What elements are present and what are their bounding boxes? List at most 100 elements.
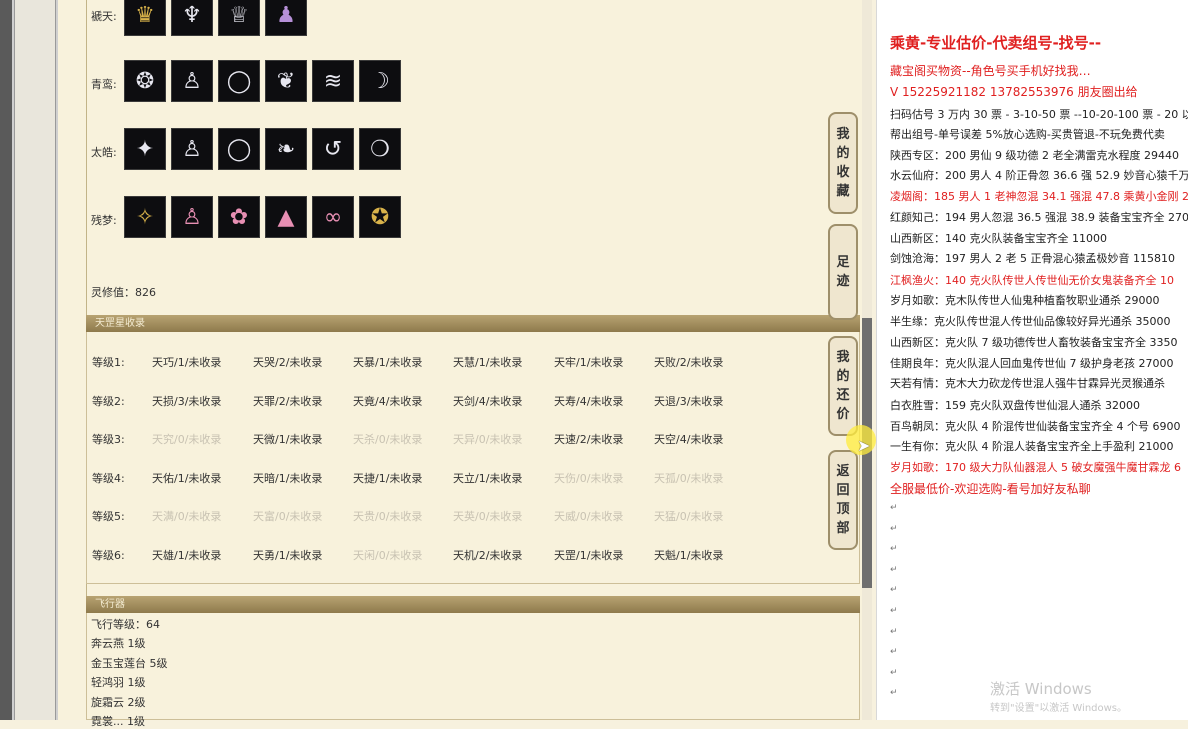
butterfly-icon: ✿ bbox=[229, 204, 249, 230]
side-button-char: 藏 bbox=[836, 184, 850, 199]
collection-header: 天罡星收录 bbox=[86, 315, 860, 332]
flyer-entry: 轻鸿羽 1级 bbox=[91, 676, 146, 690]
side-button-char: 部 bbox=[836, 521, 850, 536]
appearance-item[interactable]: ♆ bbox=[171, 0, 213, 36]
appearance-item[interactable]: ❂ bbox=[124, 60, 166, 102]
appearance-item[interactable]: ▲ bbox=[265, 196, 307, 238]
side-button-char: 我 bbox=[836, 350, 850, 365]
side-button-char: 还 bbox=[836, 388, 850, 403]
appearance-item-row: ✦ ♙ ◯ ❧ ↺ ❍ bbox=[124, 128, 401, 170]
appearance-row-label: 褫天: bbox=[91, 10, 117, 23]
document-line: 红颜知己：194 男人忽混 36.5 强混 38.9 装备宝宝齐全 2700 bbox=[890, 211, 1188, 224]
paragraph-mark: ↵ bbox=[890, 544, 898, 555]
level-label: 等级1: bbox=[92, 356, 125, 369]
my-collection-button[interactable]: 我的收藏 bbox=[828, 112, 858, 214]
appearance-item[interactable]: ♙ bbox=[171, 60, 213, 102]
horns-icon: ♆ bbox=[182, 2, 202, 28]
document-line: 岁月如歌：170 级大力队仙器混人 5 破女魔强牛魔甘霖龙 6 bbox=[890, 461, 1181, 474]
flyer-header: 飞行器 bbox=[86, 596, 860, 613]
appearance-item-row: ♛ ♆ ♕ ♟ bbox=[124, 0, 307, 36]
star-collection-entry: 天伤/0/未收录 bbox=[554, 471, 624, 485]
side-button-char: 的 bbox=[836, 146, 850, 161]
star-collection-entry: 天罡/1/未收录 bbox=[554, 549, 624, 562]
back-to-top-button[interactable]: 返回顶部 bbox=[828, 450, 858, 550]
appearance-item[interactable]: ↺ bbox=[312, 128, 354, 170]
star-collection-entry: 天竟/4/未收录 bbox=[353, 394, 423, 408]
document-line: 乘黄-专业估价-代卖组号-找号-- bbox=[890, 34, 1102, 52]
appearance-item-row: ❂ ♙ ◯ ❦ ≋ ☽ bbox=[124, 60, 401, 102]
ring-icon: ◯ bbox=[226, 68, 252, 94]
appearance-item[interactable]: ∞ bbox=[312, 196, 354, 238]
crown-icon: ♛ bbox=[135, 2, 155, 28]
document-pane[interactable]: 乘黄-专业估价-代卖组号-找号-- 藏宝阁买物资--角色号买手机好找我… V 152… bbox=[876, 0, 1188, 720]
appearance-item[interactable]: ✪ bbox=[359, 196, 401, 238]
document-line: V 15225921182 13782553976 朋友圈出给 bbox=[890, 85, 1138, 99]
my-offer-button[interactable]: 我的还价 bbox=[828, 336, 858, 436]
appearance-row-label: 青鸾: bbox=[91, 78, 117, 91]
star-collection-entry: 天损/3/未收录 bbox=[152, 394, 222, 408]
appearance-item[interactable]: ✿ bbox=[218, 196, 260, 238]
document-line: 剑蚀沧海：197 男人 2 老 5 正骨混心猿孟极妙音 115810 bbox=[890, 252, 1175, 265]
hook-icon: ↺ bbox=[323, 136, 343, 162]
footprint-button[interactable]: 足迹 bbox=[828, 224, 858, 320]
star-collection-entry: 天机/2/未收录 bbox=[453, 549, 523, 562]
flyer-entry: 霓裳... 1级 bbox=[91, 715, 145, 728]
appearance-item[interactable]: ◯ bbox=[218, 60, 260, 102]
star-collection-entry: 天威/0/未收录 bbox=[554, 510, 624, 524]
star-collection-entry: 天退/3/未收录 bbox=[654, 394, 724, 408]
appearance-item[interactable]: ♙ bbox=[171, 196, 213, 238]
appearance-item[interactable]: ♙ bbox=[171, 128, 213, 170]
appearance-item[interactable]: ✦ bbox=[124, 128, 166, 170]
document-line: 陕西专区：200 男仙 9 级功德 2 老全满雷克水程度 29440 bbox=[890, 149, 1179, 162]
star-collection-entry: 天异/0/未收录 bbox=[453, 433, 523, 447]
appearance-item[interactable]: ◯ bbox=[218, 128, 260, 170]
appearance-item[interactable]: ❦ bbox=[265, 60, 307, 102]
star-collection-entry: 天暴/1/未收录 bbox=[353, 356, 423, 369]
paragraph-mark: ↵ bbox=[890, 585, 898, 596]
appearance-row-label: 太皓: bbox=[91, 146, 117, 159]
paragraph-mark: ↵ bbox=[890, 626, 898, 637]
spike-crown-icon: ♕ bbox=[229, 2, 249, 28]
background-window-strip bbox=[0, 0, 59, 720]
bracelet-icon: ❍ bbox=[370, 136, 390, 162]
star-collection-entry: 天勇/1/未收录 bbox=[253, 549, 323, 562]
document-line: 全服最低价-欢迎选购-看号加好友私聊 bbox=[890, 482, 1091, 496]
level-label: 等级2: bbox=[92, 394, 125, 408]
flame-icon: ✦ bbox=[135, 136, 155, 162]
mouse-cursor-icon: ➤ bbox=[857, 436, 871, 455]
windows-activation-subtext: 转到"设置"以激活 Windows。 bbox=[990, 703, 1128, 714]
star-collection-entry: 天慧/1/未收录 bbox=[453, 356, 523, 369]
appearance-item[interactable]: ♛ bbox=[124, 0, 166, 36]
flyer-body bbox=[86, 613, 860, 720]
background-window-panel bbox=[14, 0, 56, 720]
level-label: 等级5: bbox=[92, 510, 125, 524]
document-line: 山西新区：140 克火队装备宝宝齐全 11000 bbox=[890, 232, 1107, 245]
appearance-item[interactable]: ♕ bbox=[218, 0, 260, 36]
document-line: 山西新区：克火队 7 级功德传世人畜牧装备宝宝齐全 3350 bbox=[890, 336, 1178, 349]
appearance-item[interactable]: ☽ bbox=[359, 60, 401, 102]
appearance-item[interactable]: ≋ bbox=[312, 60, 354, 102]
star-collection-entry: 天佑/1/未收录 bbox=[152, 471, 222, 485]
level-label: 等级4: bbox=[92, 471, 125, 485]
wreath-icon: ❂ bbox=[135, 68, 155, 94]
paragraph-mark: ↵ bbox=[890, 523, 898, 534]
document-line: 白衣胜雪：159 克火队双盘传世仙混人通杀 32000 bbox=[890, 399, 1140, 412]
document-line: 百鸟朝凤：克火队 4 阶混传世仙装备宝宝齐全 4 个号 6900 bbox=[890, 420, 1181, 433]
star-collection-entry: 天牢/1/未收录 bbox=[554, 356, 624, 369]
appearance-item[interactable]: ❧ bbox=[265, 128, 307, 170]
document-line: 帮出组号-单号误差 5%放心选购-买贵管退-不玩免费代卖 bbox=[890, 128, 1165, 141]
star-collection-entry: 天哭/2/未收录 bbox=[253, 356, 323, 369]
paragraph-mark: ↵ bbox=[890, 667, 898, 678]
star-collection-entry: 天闲/0/未收录 bbox=[353, 549, 423, 562]
appearance-item[interactable]: ✧ bbox=[124, 196, 166, 238]
appearance-item[interactable]: ❍ bbox=[359, 128, 401, 170]
star-collection-entry: 天败/2/未收录 bbox=[654, 356, 724, 369]
purple-robe-icon: ♟ bbox=[276, 2, 296, 28]
star-collection-entry: 天捷/1/未收录 bbox=[353, 471, 423, 485]
star-collection-entry: 天富/0/未收录 bbox=[253, 510, 323, 524]
flyer-entry: 奔云燕 1级 bbox=[91, 637, 146, 651]
appearance-item[interactable]: ♟ bbox=[265, 0, 307, 36]
pink-robe-icon: ♙ bbox=[182, 204, 202, 230]
document-line: 岁月如歌：克木队传世人仙鬼种植畜牧职业通杀 29000 bbox=[890, 294, 1160, 307]
document-line: 半生缘：克火队传世混人传世仙品像较好异光通杀 35000 bbox=[890, 315, 1171, 328]
